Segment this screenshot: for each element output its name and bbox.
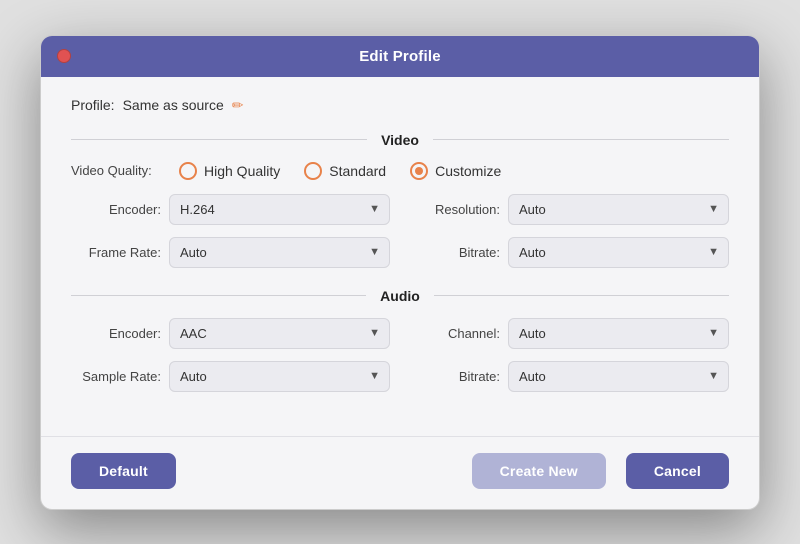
video-encoder-row: Encoder: H.264 H.265 MPEG-4 ▼ [71, 194, 390, 225]
audio-channel-row: Channel: Auto Mono Stereo ▼ [410, 318, 729, 349]
audio-encoder-row: Encoder: AAC MP3 AC3 ▼ [71, 318, 390, 349]
video-framerate-select[interactable]: Auto 24 30 60 [169, 237, 390, 268]
audio-bitrate-label: Bitrate: [410, 369, 500, 384]
audio-encoder-select[interactable]: AAC MP3 AC3 [169, 318, 390, 349]
audio-samplerate-select[interactable]: Auto 44100 48000 [169, 361, 390, 392]
audio-channel-select[interactable]: Auto Mono Stereo [508, 318, 729, 349]
video-encoder-select-wrapper: H.264 H.265 MPEG-4 ▼ [169, 194, 390, 225]
video-quality-group: High Quality Standard Customize [179, 162, 501, 180]
radio-circle-standard [304, 162, 322, 180]
audio-encoder-select-wrapper: AAC MP3 AC3 ▼ [169, 318, 390, 349]
video-resolution-label: Resolution: [410, 202, 500, 217]
audio-channel-label: Channel: [410, 326, 500, 341]
audio-samplerate-label: Sample Rate: [71, 369, 161, 384]
dialog-title: Edit Profile [359, 48, 441, 65]
radio-text-customize: Customize [435, 163, 501, 179]
video-section: Video Video Quality: High Quality Standa… [71, 132, 729, 268]
close-button[interactable] [57, 49, 71, 63]
video-bitrate-select[interactable]: Auto 5000k 8000k [508, 237, 729, 268]
video-bitrate-select-wrapper: Auto 5000k 8000k ▼ [508, 237, 729, 268]
video-framerate-row: Frame Rate: Auto 24 30 60 ▼ [71, 237, 390, 268]
audio-form-grid: Encoder: AAC MP3 AC3 ▼ Channel: [71, 318, 729, 392]
radio-circle-customize [410, 162, 428, 180]
default-button[interactable]: Default [71, 453, 176, 489]
audio-samplerate-row: Sample Rate: Auto 44100 48000 ▼ [71, 361, 390, 392]
video-encoder-label: Encoder: [71, 202, 161, 217]
dialog-content: Profile: Same as source ✏ Video Video Qu… [41, 77, 759, 436]
profile-value: Same as source [123, 97, 224, 113]
create-new-button[interactable]: Create New [472, 453, 606, 489]
cancel-button[interactable]: Cancel [626, 453, 729, 489]
video-framerate-select-wrapper: Auto 24 30 60 ▼ [169, 237, 390, 268]
video-divider: Video [71, 132, 729, 148]
audio-divider: Audio [71, 288, 729, 304]
video-quality-row: Video Quality: High Quality Standard [71, 162, 729, 180]
edit-icon[interactable]: ✏ [232, 97, 244, 114]
video-encoder-select[interactable]: H.264 H.265 MPEG-4 [169, 194, 390, 225]
radio-circle-high-quality [179, 162, 197, 180]
video-section-title: Video [367, 132, 433, 148]
video-framerate-label: Frame Rate: [71, 245, 161, 260]
radio-text-high-quality: High Quality [204, 163, 280, 179]
audio-section: Audio Encoder: AAC MP3 AC3 ▼ [71, 288, 729, 392]
video-form-grid: Encoder: H.264 H.265 MPEG-4 ▼ Resolution… [71, 194, 729, 268]
radio-high-quality[interactable]: High Quality [179, 162, 280, 180]
footer-right-buttons: Create New Cancel [472, 453, 729, 489]
audio-encoder-label: Encoder: [71, 326, 161, 341]
audio-bitrate-select-wrapper: Auto 128k 192k 320k ▼ [508, 361, 729, 392]
radio-standard[interactable]: Standard [304, 162, 386, 180]
video-resolution-select-wrapper: Auto 1080p 720p ▼ [508, 194, 729, 225]
title-bar: Edit Profile [41, 36, 759, 77]
video-quality-label: Video Quality: [71, 163, 171, 178]
audio-bitrate-select[interactable]: Auto 128k 192k 320k [508, 361, 729, 392]
video-bitrate-label: Bitrate: [410, 245, 500, 260]
radio-customize[interactable]: Customize [410, 162, 501, 180]
audio-channel-select-wrapper: Auto Mono Stereo ▼ [508, 318, 729, 349]
audio-samplerate-select-wrapper: Auto 44100 48000 ▼ [169, 361, 390, 392]
video-resolution-select[interactable]: Auto 1080p 720p [508, 194, 729, 225]
video-resolution-row: Resolution: Auto 1080p 720p ▼ [410, 194, 729, 225]
profile-label: Profile: [71, 97, 115, 113]
radio-text-standard: Standard [329, 163, 386, 179]
edit-profile-dialog: Edit Profile Profile: Same as source ✏ V… [40, 35, 760, 510]
audio-bitrate-row: Bitrate: Auto 128k 192k 320k ▼ [410, 361, 729, 392]
dialog-footer: Default Create New Cancel [41, 436, 759, 509]
audio-section-title: Audio [366, 288, 434, 304]
video-bitrate-row: Bitrate: Auto 5000k 8000k ▼ [410, 237, 729, 268]
profile-row: Profile: Same as source ✏ [71, 97, 729, 114]
